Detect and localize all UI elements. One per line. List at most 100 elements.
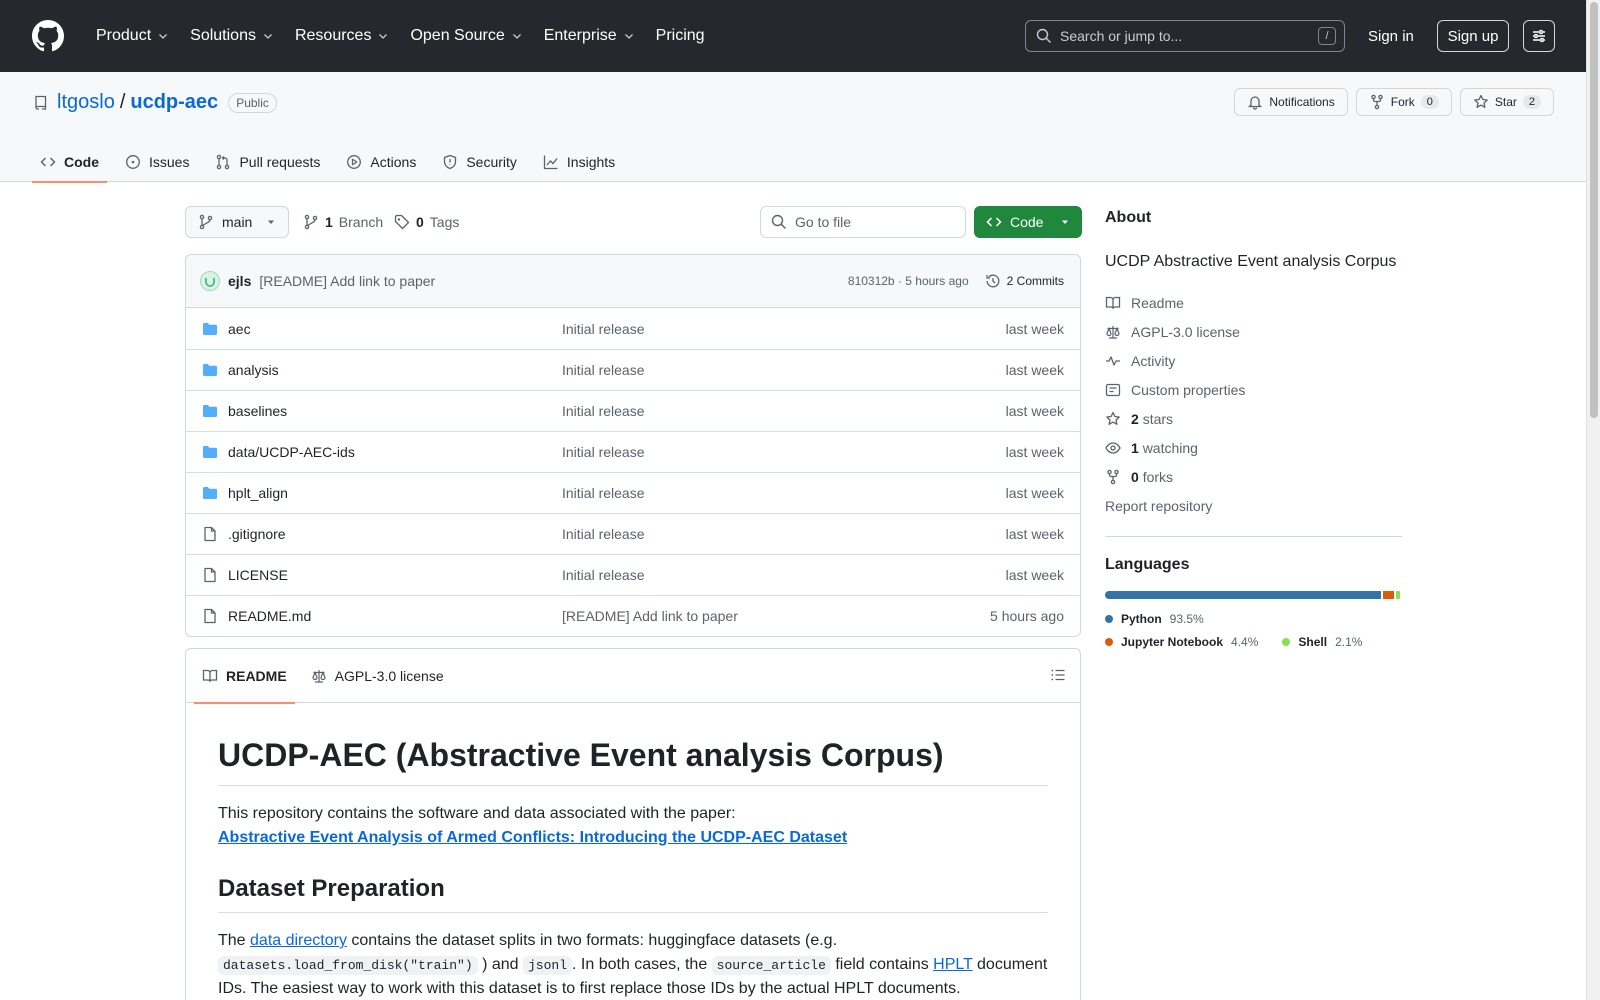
readme-link[interactable]: Readme xyxy=(1105,288,1402,317)
tab-readme[interactable]: README xyxy=(194,649,295,704)
text: . In both cases, the xyxy=(572,956,712,973)
file-commit-age: last week xyxy=(1005,362,1064,378)
file-name-link[interactable]: README.md xyxy=(228,608,562,624)
tab-issues[interactable]: Issues xyxy=(117,142,197,182)
file-type-icon xyxy=(202,567,218,583)
file-name-link[interactable]: LICENSE xyxy=(228,567,562,583)
file-type-icon xyxy=(202,485,218,501)
folder-icon xyxy=(203,364,217,376)
visibility-badge: Public xyxy=(228,92,277,113)
tab-license[interactable]: AGPL-3.0 license xyxy=(303,649,452,703)
stars-link[interactable]: 2 stars xyxy=(1105,404,1402,433)
latest-commit-bar: ejls [README] Add link to paper 810312b … xyxy=(186,255,1080,308)
commits-history-link[interactable]: 2 Commits xyxy=(985,273,1064,289)
file-name-link[interactable]: data/UCDP-AEC-ids xyxy=(228,444,562,460)
file-type-icon xyxy=(202,526,218,542)
language-item[interactable]: Shell 2.1% xyxy=(1282,630,1362,653)
tab-pull-requests[interactable]: Pull requests xyxy=(207,142,328,182)
file-type-icon xyxy=(202,321,218,337)
tab-security-label: Security xyxy=(466,154,517,170)
hplt-link[interactable]: HPLT xyxy=(933,956,972,973)
file-commit-message-link[interactable]: [README] Add link to paper xyxy=(562,608,990,624)
tags-link[interactable]: 0 Tags xyxy=(394,206,459,238)
file-name-link[interactable]: .gitignore xyxy=(228,526,562,542)
branch-select-button[interactable]: main xyxy=(185,206,289,238)
custom-properties-link[interactable]: Custom properties xyxy=(1105,375,1402,404)
commit-hash-time[interactable]: 810312b · 5 hours ago xyxy=(848,274,969,288)
table-row: data/UCDP-AEC-ids Initial release last wee… xyxy=(186,431,1080,472)
forks-link[interactable]: 0 forks xyxy=(1105,462,1402,491)
scrollbar-thumb[interactable] xyxy=(1590,2,1598,418)
nav-enterprise-label: Enterprise xyxy=(543,27,617,44)
repo-name-link[interactable]: ucdp-aec xyxy=(130,91,218,114)
tab-insights[interactable]: Insights xyxy=(535,142,623,182)
readme-intro: This repository contains the software an… xyxy=(218,802,1048,850)
commit-message-link[interactable]: [README] Add link to paper xyxy=(259,273,435,289)
file-commit-message-link[interactable]: Initial release xyxy=(562,444,1006,460)
repo-owner-link[interactable]: ltgoslo xyxy=(57,91,115,114)
avatar[interactable] xyxy=(200,271,220,291)
file-commit-message-link[interactable]: Initial release xyxy=(562,567,1006,583)
file-commit-message-link[interactable]: Initial release xyxy=(562,362,1006,378)
sign-up-button[interactable]: Sign up xyxy=(1437,20,1509,52)
file-name-link[interactable]: hplt_align xyxy=(228,485,562,501)
file-name-link[interactable]: analysis xyxy=(228,362,562,378)
tab-actions[interactable]: Actions xyxy=(338,142,424,182)
code-icon xyxy=(40,157,56,167)
search-placeholder: Search or jump to... xyxy=(1060,28,1183,44)
tab-code[interactable]: Code xyxy=(32,142,107,183)
language-item[interactable]: Python 93.5% xyxy=(1105,607,1204,630)
law-icon xyxy=(1106,325,1120,339)
nav-open-source[interactable]: Open Source xyxy=(402,20,530,52)
sign-in-link[interactable]: Sign in xyxy=(1360,20,1422,52)
tab-security[interactable]: Security xyxy=(434,142,525,182)
data-directory-link[interactable]: data directory xyxy=(250,932,347,949)
star-button[interactable]: Star 2 xyxy=(1459,88,1554,116)
fork-button[interactable]: Fork 0 xyxy=(1355,88,1452,116)
language-bar-segment[interactable] xyxy=(1395,591,1400,599)
file-type-icon xyxy=(202,444,218,460)
file-name-link[interactable]: baselines xyxy=(228,403,562,419)
tab-actions-label: Actions xyxy=(370,154,417,170)
language-bar-segment[interactable] xyxy=(1382,591,1394,599)
nav-resources[interactable]: Resources xyxy=(287,20,397,52)
outline-button[interactable] xyxy=(1050,667,1066,683)
file-commit-message-link[interactable]: Initial release xyxy=(562,321,1006,337)
nav-product-label: Product xyxy=(96,27,152,44)
file-commit-message-link[interactable]: Initial release xyxy=(562,526,1006,542)
report-repository-link[interactable]: Report repository xyxy=(1105,491,1402,520)
branches-link[interactable]: 1 Branch xyxy=(303,206,383,238)
language-bar-segment[interactable] xyxy=(1105,591,1381,599)
pull-request-icon xyxy=(217,154,230,170)
file-name-link[interactable]: aec xyxy=(228,321,562,337)
nav-enterprise[interactable]: Enterprise xyxy=(536,20,643,52)
nav-product[interactable]: Product xyxy=(88,20,177,52)
forks-count: 0 xyxy=(1131,468,1139,485)
table-row: hplt_align Initial release last week xyxy=(186,472,1080,513)
notifications-button[interactable]: Notifications xyxy=(1234,88,1348,116)
inline-code: jsonl xyxy=(523,956,573,975)
global-search-input[interactable]: Search or jump to... / xyxy=(1025,20,1345,52)
paper-link[interactable]: Abstractive Event Analysis of Armed Conf… xyxy=(218,829,847,846)
commit-author-link[interactable]: ejls xyxy=(228,273,251,289)
chevron-down-icon xyxy=(379,34,388,39)
code-dropdown-button[interactable]: Code xyxy=(974,206,1082,238)
watching-link[interactable]: 1 watching xyxy=(1105,433,1402,462)
github-logo-icon[interactable] xyxy=(32,20,64,52)
file-commit-message-link[interactable]: Initial release xyxy=(562,403,1006,419)
activity-link[interactable]: Activity xyxy=(1105,346,1402,375)
readme-panel: README AGPL-3.0 license UCDP-AEC (Abstra… xyxy=(185,648,1081,1000)
settings-menu-button[interactable] xyxy=(1523,20,1555,52)
go-to-file-input[interactable]: Go to file xyxy=(760,206,966,238)
tab-readme-label: README xyxy=(226,667,287,684)
language-item[interactable]: Jupyter Notebook 4.4% xyxy=(1105,630,1258,653)
nav-pricing[interactable]: Pricing xyxy=(648,20,713,52)
fork-label: Fork xyxy=(1390,95,1415,109)
license-link[interactable]: AGPL-3.0 license xyxy=(1105,317,1402,346)
file-type-icon xyxy=(202,608,218,624)
nav-solutions[interactable]: Solutions xyxy=(182,20,282,52)
page-scrollbar[interactable] xyxy=(1586,0,1600,1000)
file-commit-message-link[interactable]: Initial release xyxy=(562,485,1006,501)
languages-bar xyxy=(1105,591,1402,599)
tag-icon xyxy=(394,214,410,230)
